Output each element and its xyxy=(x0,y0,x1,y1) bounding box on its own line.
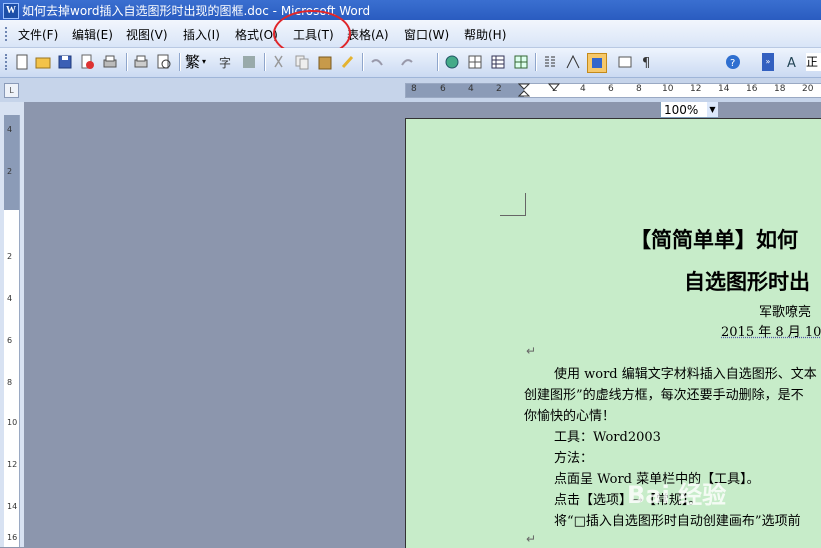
separator xyxy=(264,53,266,71)
help-icon[interactable]: ? xyxy=(724,53,742,71)
doc-line: 使用 word 编辑文字材料插入自选图形、文本 xyxy=(554,367,817,382)
hyperlink-icon[interactable] xyxy=(443,53,461,71)
ruler-number: 6 xyxy=(608,84,614,94)
copy-icon[interactable] xyxy=(293,53,311,71)
ruler-number: 10 xyxy=(7,418,18,427)
svg-text:¶: ¶ xyxy=(642,56,650,71)
save-icon[interactable] xyxy=(56,53,74,71)
horizontal-ruler[interactable]: 8 6 4 2 2 4 6 8 10 12 14 16 18 20 xyxy=(405,83,821,98)
ruler-number: 12 xyxy=(7,460,18,469)
ruler-number: 16 xyxy=(7,533,18,542)
ruler-number: 12 xyxy=(690,84,702,94)
doc-line: 方法： xyxy=(554,451,594,466)
ruler-margin xyxy=(406,84,524,97)
tab-selector-icon[interactable]: L xyxy=(4,83,19,98)
separator xyxy=(362,53,364,71)
ruler-number: 4 xyxy=(468,84,474,94)
title-bar: W 如何去掉word插入自选图形时出现的图框.doc - Microsoft W… xyxy=(0,0,821,20)
svg-text:字: 字 xyxy=(219,55,231,70)
traditional-chinese-button[interactable]: 繁 xyxy=(185,53,201,71)
vertical-ruler[interactable]: 4 2 2 4 6 8 10 12 14 16 xyxy=(4,115,20,547)
ruler-number: 8 xyxy=(636,84,642,94)
standard-toolbar: 繁 ▾ 字 ¶ 100% ▼ ? » A 正 xyxy=(0,48,821,118)
indent-marker-icon[interactable] xyxy=(518,83,530,97)
ruler-number: 14 xyxy=(718,84,730,94)
doc-line: 工具：Word2003 xyxy=(554,430,661,445)
menu-insert[interactable]: 插入(I) xyxy=(183,26,220,43)
toolbar-options-icon[interactable]: » xyxy=(762,53,774,71)
format-painter-icon[interactable] xyxy=(339,53,357,71)
ruler-number: 2 xyxy=(496,84,502,94)
drawing-icon[interactable] xyxy=(564,53,582,71)
svg-text:A: A xyxy=(787,56,796,71)
doc-author: 军歌嘹亮 xyxy=(759,305,812,320)
ruler-number: 14 xyxy=(7,502,18,511)
ruler-number: 4 xyxy=(7,294,13,303)
insert-excel-icon[interactable] xyxy=(512,53,530,71)
tables-borders-icon[interactable] xyxy=(466,53,484,71)
columns-icon[interactable] xyxy=(541,53,559,71)
ruler-number: 2 xyxy=(7,167,13,176)
doc-title-line2: 自选图形时出 xyxy=(684,269,810,294)
paragraph-mark: ↵ xyxy=(526,344,537,358)
ruler-number: 18 xyxy=(774,84,786,94)
chevron-down-icon[interactable]: ▾ xyxy=(202,53,210,71)
open-folder-icon[interactable] xyxy=(34,53,52,71)
ruler-number: 2 xyxy=(7,252,13,261)
show-hide-icon[interactable]: ¶ xyxy=(639,53,657,71)
menu-view[interactable]: 视图(V) xyxy=(126,26,168,43)
undo-icon[interactable] xyxy=(368,53,386,71)
zoom-dropdown-icon[interactable]: ▼ xyxy=(707,102,718,117)
separator xyxy=(437,53,439,71)
spelling-icon[interactable] xyxy=(240,53,258,71)
menu-file[interactable]: 文件(F) xyxy=(18,26,58,43)
cut-icon[interactable] xyxy=(270,53,288,71)
ruler-number: 4 xyxy=(580,84,586,94)
word-app-icon: W xyxy=(3,3,19,19)
doc-line: 创建图形”的虚线方框，每次还要手动删除，是不 xyxy=(524,388,804,403)
insert-table-icon[interactable] xyxy=(489,53,507,71)
ruler-number: 8 xyxy=(411,84,417,94)
ruler-number: 20 xyxy=(802,84,814,94)
doc-date: 2015 年 8 月 10 日 xyxy=(721,325,821,340)
doc-title-line1: 【简简单单】如何 xyxy=(630,227,798,252)
doc-line: 将“□插入自选图形时自动创建画布”选项前 xyxy=(554,514,801,529)
menu-bar: 文件(F) 编辑(E) 视图(V) 插入(I) 格式(O) 工具(T) 表格(A… xyxy=(0,20,821,48)
new-doc-icon[interactable] xyxy=(13,53,31,71)
ruler-number: 10 xyxy=(662,84,674,94)
document-map-icon[interactable] xyxy=(587,53,607,73)
doc-line: 你愉快的心情！ xyxy=(524,409,616,424)
baidu-watermark: Bai 经验 xyxy=(627,481,727,509)
print-icon-2[interactable] xyxy=(132,53,150,71)
menu-help[interactable]: 帮助(H) xyxy=(464,26,506,43)
ruler-number: 6 xyxy=(7,336,13,345)
crop-mark xyxy=(500,193,526,216)
ruler-number: 4 xyxy=(7,125,13,134)
styles-icon[interactable]: A xyxy=(786,53,804,71)
paragraph-mark: ↵ xyxy=(526,532,537,546)
menu-edit[interactable]: 编辑(E) xyxy=(72,26,113,43)
menubar-grip[interactable] xyxy=(5,27,9,41)
paste-icon[interactable] xyxy=(316,53,334,71)
menu-format[interactable]: 格式(O) xyxy=(235,26,278,43)
svg-text:?: ? xyxy=(730,58,735,69)
print-icon[interactable] xyxy=(101,53,119,71)
toolbar-grip[interactable] xyxy=(5,54,9,70)
redo-icon[interactable] xyxy=(398,53,416,71)
permission-icon[interactable] xyxy=(78,53,96,71)
ruler-number: 16 xyxy=(746,84,758,94)
ruler-number: 8 xyxy=(7,378,13,387)
separator xyxy=(179,53,181,71)
reading-mode-icon[interactable] xyxy=(616,53,634,71)
ruler-number: 6 xyxy=(440,84,446,94)
menu-table[interactable]: 表格(A) xyxy=(347,26,389,43)
first-line-indent-icon[interactable] xyxy=(548,83,560,91)
menu-window[interactable]: 窗口(W) xyxy=(404,26,449,43)
separator xyxy=(126,53,128,71)
research-icon[interactable]: 字 xyxy=(217,53,235,71)
print-preview-icon[interactable] xyxy=(155,53,173,71)
style-box[interactable]: 正 xyxy=(806,53,821,71)
separator xyxy=(535,53,537,71)
